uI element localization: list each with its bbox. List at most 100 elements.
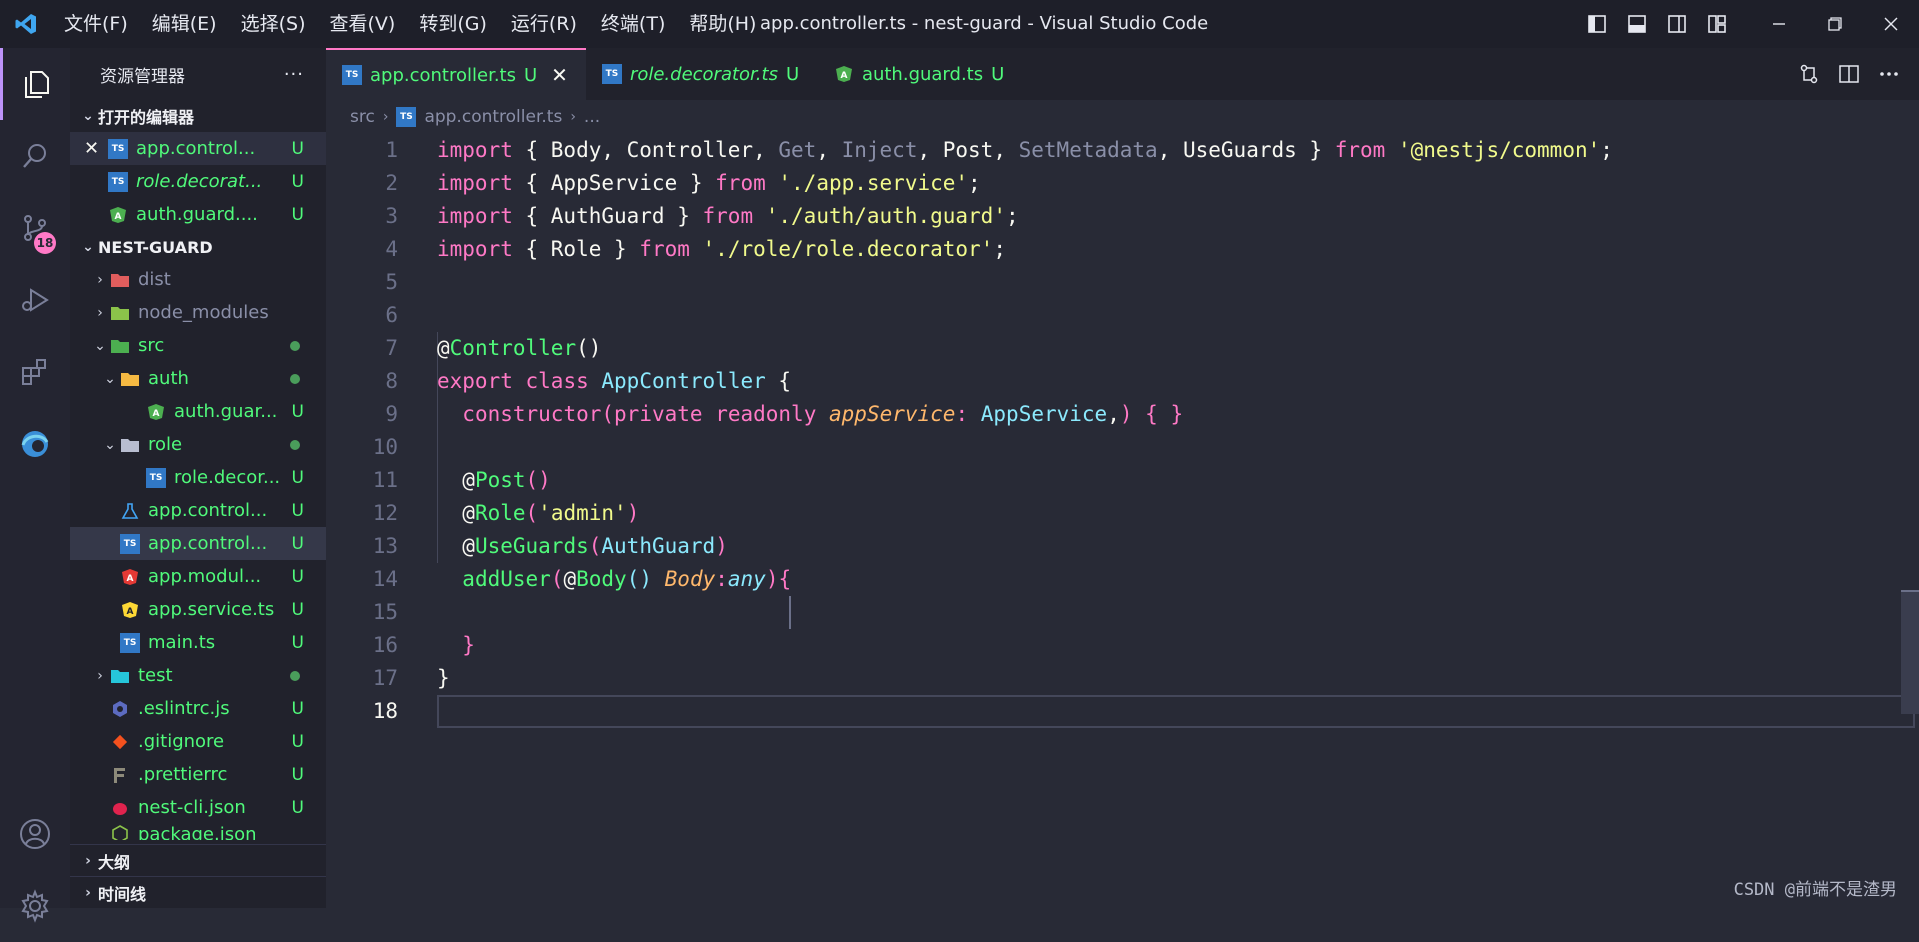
tree-folder[interactable]: ⌄ role: [70, 428, 326, 461]
line-number: 5: [385, 270, 398, 294]
tree-file[interactable]: .eslintrc.js U: [70, 692, 326, 725]
open-editor-item[interactable]: ✕ TS app.control... U: [70, 132, 326, 165]
toggle-secondary-sidebar-icon[interactable]: [1657, 0, 1697, 48]
more-actions-icon[interactable]: ···: [284, 64, 304, 85]
text-cursor: [789, 596, 791, 629]
code-editor[interactable]: 1 import { Body, Controller, Get, Inject,…: [326, 134, 1919, 908]
toggle-primary-sidebar-icon[interactable]: [1577, 0, 1617, 48]
breadcrumb-file[interactable]: app.controller.ts: [424, 107, 562, 127]
tree-label: app.service.ts: [148, 599, 275, 620]
git-status-badge: U: [291, 500, 304, 521]
project-header[interactable]: ⌄ NEST-GUARD: [70, 231, 326, 263]
menu-file[interactable]: 文件(F): [52, 0, 140, 48]
tree-file[interactable]: A auth.guar... U: [70, 395, 326, 428]
tree-folder[interactable]: › test: [70, 659, 326, 692]
menu-edit[interactable]: 编辑(E): [140, 0, 229, 48]
code-line: import { AuthGuard } from './auth/auth.g…: [437, 204, 1019, 228]
angular-service-icon: A: [120, 600, 140, 620]
vertical-scrollbar[interactable]: [1901, 592, 1919, 714]
modified-dot: [290, 373, 300, 384]
code-line: export class AppController {: [437, 369, 792, 393]
git-status-badge: U: [291, 698, 304, 719]
tree-folder[interactable]: › dist: [70, 263, 326, 296]
tree-file[interactable]: TS main.ts U: [70, 626, 326, 659]
tree-file[interactable]: A app.service.ts U: [70, 593, 326, 626]
menu-selection[interactable]: 选择(S): [229, 0, 318, 48]
chevron-down-icon: ⌄: [82, 108, 94, 124]
folder-role-icon: [120, 435, 140, 455]
tab-label: role.decorator.ts: [629, 63, 778, 85]
minimize-icon[interactable]: [1751, 0, 1807, 48]
tree-file-selected[interactable]: TS app.control... U: [70, 527, 326, 560]
menu-go[interactable]: 转到(G): [407, 0, 499, 48]
restore-icon[interactable]: [1807, 0, 1863, 48]
split-editor-icon[interactable]: [1829, 50, 1869, 98]
tab-app-controller[interactable]: TS app.controller.ts U ✕: [326, 48, 586, 100]
tree-label: test: [138, 665, 173, 686]
line-number: 13: [372, 534, 398, 558]
test-flask-icon: [120, 501, 140, 521]
tree-label: .gitignore: [138, 731, 225, 752]
tree-file[interactable]: TS role.decor... U: [70, 461, 326, 494]
toggle-panel-icon[interactable]: [1617, 0, 1657, 48]
watermark: CSDN @前端不是渣男: [1733, 880, 1897, 900]
line-number: 9: [385, 402, 398, 426]
edge-devtools-icon[interactable]: [0, 408, 70, 480]
tab-role-decorator[interactable]: TS role.decorator.ts U: [585, 48, 818, 100]
account-icon[interactable]: [0, 798, 70, 870]
source-control-icon[interactable]: 18: [0, 192, 70, 264]
tree-file[interactable]: package.json: [70, 824, 326, 840]
tab-auth-guard[interactable]: A auth.guard.ts U: [817, 48, 1023, 100]
tree-file[interactable]: .prettierrc U: [70, 758, 326, 791]
breadcrumb-folder[interactable]: src: [350, 107, 375, 127]
breadcrumb: src › TS app.controller.ts › ...: [326, 100, 600, 134]
git-status-badge: U: [523, 64, 538, 86]
tree-folder[interactable]: ⌄ src: [70, 329, 326, 362]
close-window-icon[interactable]: [1863, 0, 1919, 48]
tree-file[interactable]: app.control... U: [70, 494, 326, 527]
menu-terminal[interactable]: 终端(T): [589, 0, 677, 48]
search-icon[interactable]: [0, 120, 70, 192]
nodejs-icon: [110, 824, 130, 840]
close-icon[interactable]: ✕: [70, 138, 108, 159]
chevron-down-icon: ⌄: [94, 337, 106, 354]
tree-file[interactable]: A app.modul... U: [70, 560, 326, 593]
run-debug-icon[interactable]: [0, 264, 70, 336]
settings-gear-icon[interactable]: [0, 870, 70, 942]
more-actions-icon[interactable]: [1869, 50, 1909, 98]
tree-file[interactable]: nest-cli.json U: [70, 791, 326, 824]
open-editors-header[interactable]: ⌄ 打开的编辑器: [70, 100, 326, 132]
menu-run[interactable]: 运行(R): [499, 0, 589, 48]
breadcrumb-more[interactable]: ...: [584, 107, 600, 127]
git-status-badge: U: [291, 401, 304, 422]
git-status-badge: U: [291, 764, 304, 785]
git-status-badge: U: [291, 566, 304, 587]
git-status-badge: U: [291, 797, 304, 818]
timeline-header[interactable]: › 时间线: [70, 876, 326, 908]
menu-view[interactable]: 查看(V): [318, 0, 408, 48]
angular-module-icon: A: [120, 567, 140, 587]
project-label: NEST-GUARD: [98, 237, 213, 257]
explorer-sidebar: 资源管理器 ··· ⌄ 打开的编辑器 ✕ TS app.control... U…: [70, 48, 326, 908]
menu-bar: 文件(F) 编辑(E) 选择(S) 查看(V) 转到(G) 运行(R) 终端(T…: [52, 0, 768, 48]
menu-help[interactable]: 帮助(H): [677, 0, 768, 48]
open-editor-item[interactable]: TS role.decorat... U: [70, 165, 326, 198]
close-tab-icon[interactable]: ✕: [551, 63, 568, 87]
chevron-down-icon: ⌄: [104, 436, 116, 453]
git-status-badge: U: [291, 171, 304, 192]
tree-folder[interactable]: ⌄ auth: [70, 362, 326, 395]
open-changes-icon[interactable]: [1789, 50, 1829, 98]
extensions-icon[interactable]: [0, 336, 70, 408]
git-status-badge: U: [291, 632, 304, 653]
explorer-header: 资源管理器 ···: [70, 48, 326, 100]
customize-layout-icon[interactable]: [1697, 0, 1737, 48]
title-bar: 文件(F) 编辑(E) 选择(S) 查看(V) 转到(G) 运行(R) 终端(T…: [0, 0, 1919, 48]
code-line: @UseGuards(AuthGuard): [437, 534, 728, 558]
tree-file[interactable]: .gitignore U: [70, 725, 326, 758]
tree-label: package.json: [138, 824, 257, 840]
open-editor-item[interactable]: A auth.guard.... U: [70, 198, 326, 231]
explorer-icon[interactable]: [0, 48, 70, 120]
tree-folder[interactable]: › node_modules: [70, 296, 326, 329]
git-status-badge: U: [291, 599, 304, 620]
outline-header[interactable]: › 大纲: [70, 844, 326, 876]
